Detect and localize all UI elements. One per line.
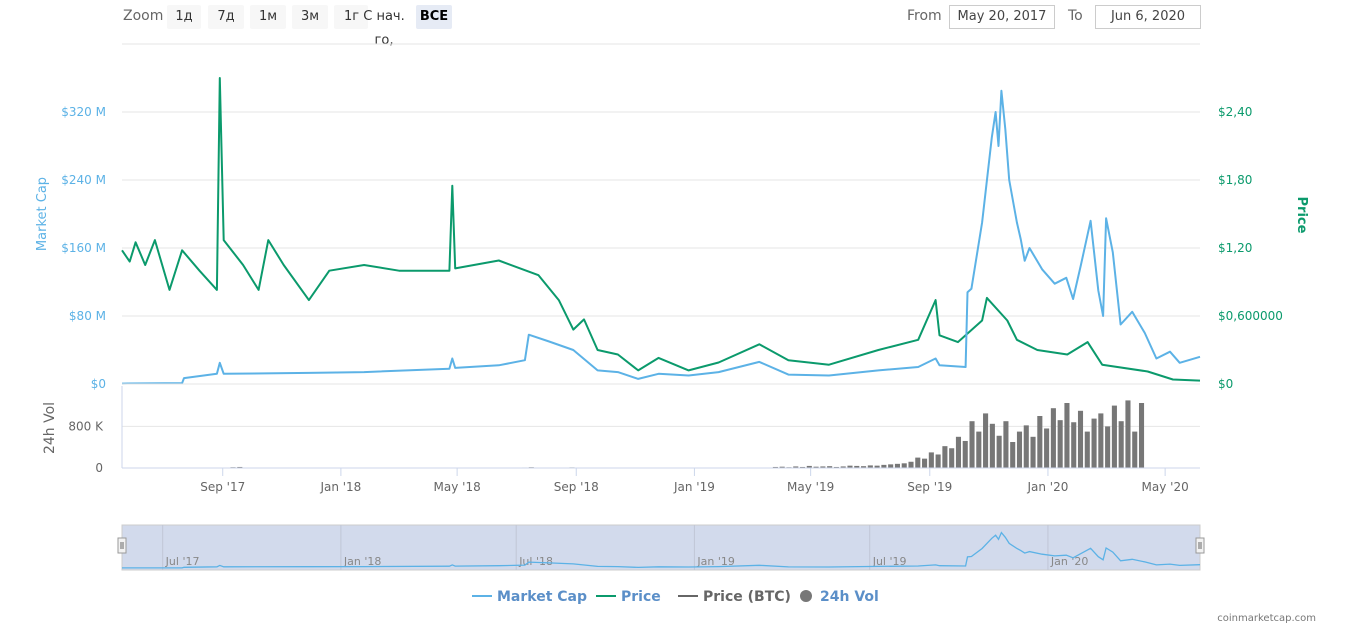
volume-bar [915,457,921,468]
left-axis-title: Market Cap [35,177,50,251]
navigator-left-handle[interactable] [117,537,127,554]
right-axis-title: Price [1294,197,1309,234]
volume-bar [1064,403,1070,468]
volume-bar [1016,431,1023,468]
x-axis-tick-label: May '20 [1142,480,1189,494]
volume-bar [942,446,948,468]
volume-bar [1057,420,1063,468]
volume-bar [983,413,989,468]
right-axis-tick-label: $0 [1218,377,1233,391]
left-axis-tick-label: $320 M [61,105,106,119]
volume-axis-title: 24h Vol [42,402,58,454]
volume-bar [1077,410,1084,468]
legend-circle-icon [800,590,812,602]
volume-bar [1010,442,1016,468]
volume-bar [955,436,962,468]
market-cap-line [121,89,1201,385]
legend-item-label[interactable]: Price (BTC) [703,589,791,605]
price-chart: $0 $80 M $160 M $240 M $320 M $0 $0,600000 $1,2… [35,43,1309,605]
volume-bar [922,458,928,468]
volume-bar [1030,436,1036,468]
volume-bar [1044,428,1050,468]
volume-axis-tick-label: 800 K [68,419,104,433]
volume-bar [1138,403,1145,468]
right-axis-tick-label: $1,80 [1218,173,1252,187]
left-axis-tick-label: $240 M [61,173,106,187]
x-axis-tick-label: Sep '19 [907,480,952,494]
legend-item-label[interactable]: 24h Vol [820,589,879,605]
volume-bar [901,463,907,468]
volume-bar [1098,413,1104,468]
x-axis-tick-label: May '19 [787,480,834,494]
left-axis-tick-label: $80 M [69,309,106,323]
x-axis-tick-label: Sep '17 [200,480,245,494]
volume-bar [928,452,934,468]
navigator-right-handle[interactable] [1195,537,1205,554]
volume-axis-tick-label: 0 [95,461,103,475]
navigator-tick-label: Jul '17 [165,555,200,568]
x-axis-tick-label: Sep '18 [554,480,599,494]
volume-bar [1125,400,1131,468]
left-axis-tick-label: $0 [91,377,106,391]
volume-bar [969,421,975,468]
right-axis-tick-label: $2,40 [1218,105,1252,119]
legend-item-label[interactable]: Market Cap [497,589,587,605]
volume-bar [1003,421,1009,468]
volume-bar [1037,416,1043,468]
right-axis-tick-label: $0,600000 [1218,309,1283,323]
volume-bar [935,454,941,468]
volume-bar [976,431,982,468]
volume-bar [894,463,900,468]
volume-bar [908,461,914,468]
navigator-selected-range [121,524,1201,571]
volume-bar [1111,405,1117,468]
volume-bar [1091,418,1097,468]
left-axis-tick-label: $160 M [61,241,106,255]
legend-item-label[interactable]: Price [621,589,661,605]
volume-bar [1050,408,1056,468]
x-axis-tick-label: May '18 [434,480,481,494]
volume-bar [962,440,968,468]
volume-bar [1023,425,1029,468]
price-line [121,77,1201,382]
x-axis-tick-label: Jan '19 [673,480,715,494]
volume-bar [989,423,995,468]
volume-bar [1071,422,1077,468]
volume-bar [949,448,955,468]
x-axis-tick-label: Jan '18 [319,480,361,494]
right-axis-tick-label: $1,20 [1218,241,1252,255]
navigator-tick-label: Jul '18 [518,555,553,568]
volume-bar [1105,426,1111,468]
credit-link[interactable]: coinmarketcap.com [1217,613,1316,624]
volume-bar [996,435,1002,468]
volume-bar [888,464,894,468]
x-axis-tick-label: Jan '20 [1026,480,1068,494]
volume-bar [1084,431,1090,468]
volume-bar [1132,431,1138,468]
volume-bar [1118,421,1124,468]
